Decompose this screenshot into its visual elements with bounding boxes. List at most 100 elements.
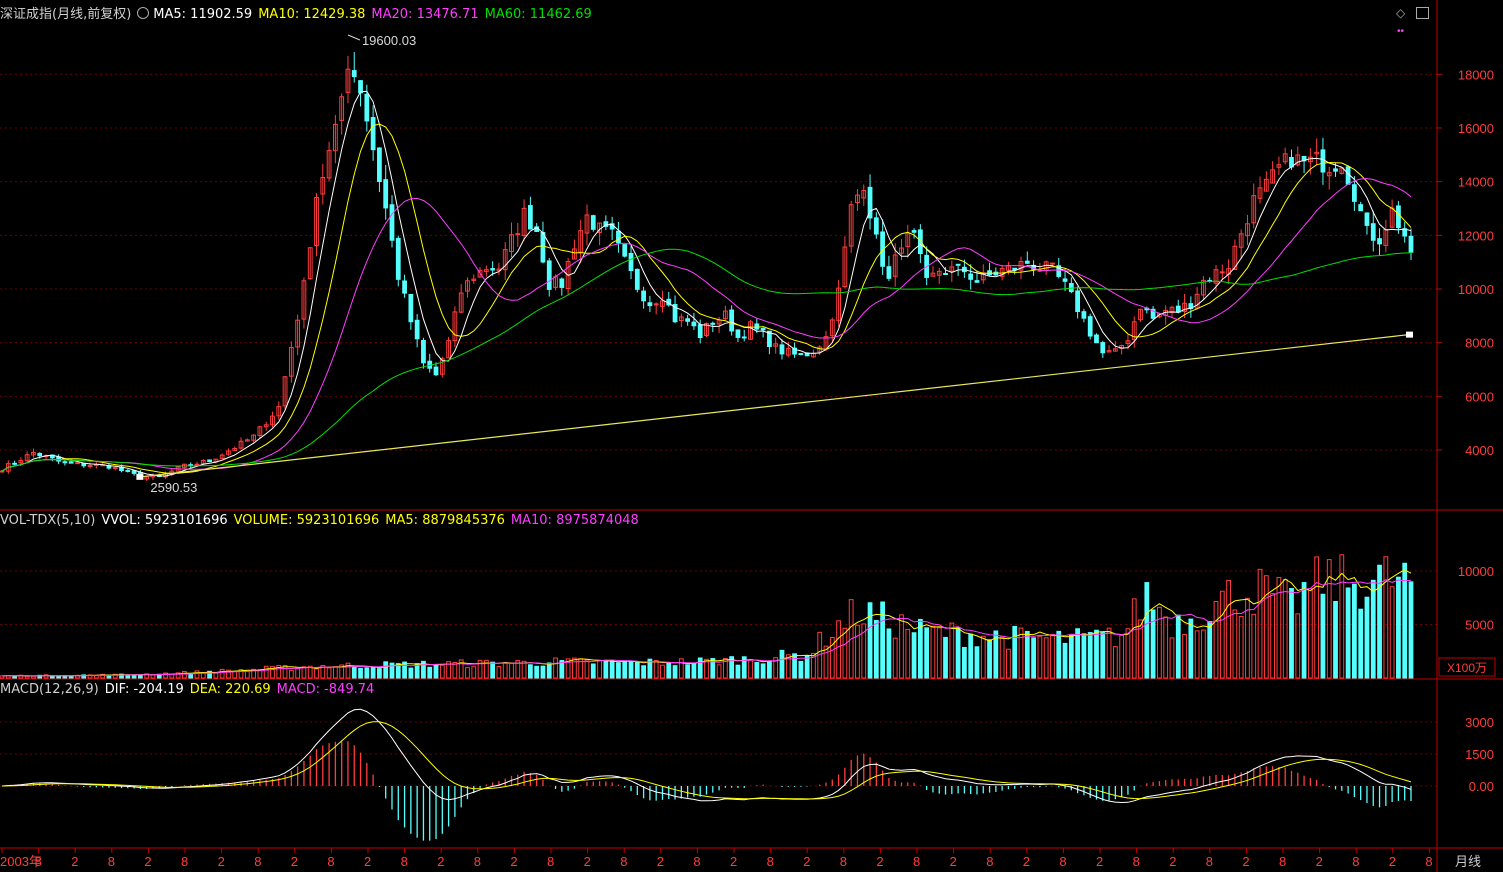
- candle[interactable]: [546, 258, 552, 297]
- candle[interactable]: [572, 239, 577, 260]
- candle[interactable]: [1245, 214, 1250, 246]
- candle[interactable]: [735, 329, 741, 343]
- candle[interactable]: [1106, 345, 1112, 353]
- candle[interactable]: [509, 222, 514, 258]
- candle[interactable]: [326, 141, 332, 182]
- candle[interactable]: [1094, 333, 1099, 344]
- candle[interactable]: [1396, 200, 1401, 234]
- candle[interactable]: [634, 268, 640, 293]
- candle[interactable]: [1138, 308, 1143, 322]
- candle[interactable]: [867, 174, 873, 230]
- candle[interactable]: [565, 257, 571, 296]
- candle[interactable]: [584, 204, 590, 246]
- candle[interactable]: [578, 219, 584, 264]
- candle[interactable]: [691, 312, 697, 330]
- candle[interactable]: [559, 277, 565, 296]
- candle[interactable]: [641, 286, 646, 309]
- candle[interactable]: [1301, 155, 1307, 174]
- candle[interactable]: [899, 239, 904, 261]
- candle[interactable]: [207, 459, 212, 463]
- candle[interactable]: [760, 327, 766, 338]
- candle[interactable]: [622, 244, 628, 258]
- candle[interactable]: [1087, 313, 1093, 340]
- candle[interactable]: [1270, 161, 1276, 184]
- candle[interactable]: [748, 319, 753, 340]
- candle[interactable]: [483, 265, 489, 277]
- candle[interactable]: [125, 469, 131, 473]
- candle[interactable]: [873, 212, 879, 239]
- candle[interactable]: [949, 260, 955, 282]
- candle[interactable]: [1282, 147, 1288, 165]
- trend-handle-start[interactable]: [136, 473, 144, 480]
- candle[interactable]: [1238, 229, 1244, 260]
- candle[interactable]: [936, 267, 942, 284]
- candle[interactable]: [1326, 166, 1332, 190]
- candle[interactable]: [1389, 199, 1395, 229]
- candle[interactable]: [1119, 344, 1125, 355]
- candle[interactable]: [968, 264, 974, 290]
- candle[interactable]: [377, 147, 382, 193]
- candle[interactable]: [855, 189, 860, 212]
- candle[interactable]: [458, 284, 464, 314]
- candle[interactable]: [471, 274, 477, 284]
- candle[interactable]: [767, 330, 772, 355]
- candle[interactable]: [421, 337, 426, 369]
- candle[interactable]: [521, 199, 527, 241]
- candle[interactable]: [106, 463, 112, 470]
- candle[interactable]: [1402, 221, 1408, 243]
- candle[interactable]: [402, 274, 407, 298]
- candle[interactable]: [496, 262, 502, 276]
- candle[interactable]: [395, 235, 401, 287]
- trend-handle-end[interactable]: [1406, 331, 1413, 338]
- candle[interactable]: [502, 241, 508, 281]
- candle[interactable]: [1358, 201, 1364, 212]
- candle[interactable]: [12, 460, 17, 466]
- candle[interactable]: [798, 353, 804, 356]
- candle[interactable]: [1100, 340, 1106, 358]
- candle[interactable]: [301, 277, 307, 329]
- candle[interactable]: [314, 193, 319, 257]
- candle[interactable]: [1377, 228, 1382, 256]
- candle[interactable]: [1383, 219, 1389, 253]
- candle[interactable]: [836, 280, 841, 327]
- candle[interactable]: [62, 459, 68, 466]
- candle[interactable]: [1370, 210, 1376, 252]
- candle[interactable]: [244, 438, 250, 442]
- candle[interactable]: [741, 329, 747, 342]
- candle[interactable]: [295, 314, 301, 356]
- candle[interactable]: [647, 295, 653, 312]
- panel-toggle-icon[interactable]: [1416, 7, 1429, 19]
- candle[interactable]: [1314, 138, 1320, 165]
- candle[interactable]: [238, 437, 244, 450]
- candle[interactable]: [930, 266, 936, 277]
- candle[interactable]: [603, 215, 609, 231]
- candlestick-series[interactable]: [0, 52, 1414, 481]
- candle[interactable]: [332, 115, 338, 164]
- candle[interactable]: [660, 290, 665, 313]
- candle[interactable]: [616, 221, 621, 253]
- candle[interactable]: [861, 184, 867, 206]
- candle[interactable]: [383, 164, 389, 220]
- candle[interactable]: [389, 195, 395, 248]
- volume-bars[interactable]: [0, 554, 1414, 679]
- candle[interactable]: [345, 55, 351, 104]
- candle[interactable]: [408, 294, 414, 330]
- candle[interactable]: [81, 462, 87, 468]
- candle[interactable]: [1226, 259, 1231, 284]
- candle[interactable]: [773, 337, 779, 354]
- macd-series[interactable]: [1, 708, 1412, 841]
- candle[interactable]: [609, 216, 615, 241]
- candle[interactable]: [527, 196, 533, 230]
- candle[interactable]: [320, 163, 326, 205]
- candle[interactable]: [653, 302, 659, 315]
- candle[interactable]: [1257, 176, 1263, 204]
- candle[interactable]: [685, 314, 691, 326]
- settings-icon[interactable]: [137, 7, 150, 19]
- candle[interactable]: [842, 236, 848, 289]
- candle[interactable]: [1251, 183, 1257, 229]
- candle[interactable]: [590, 214, 596, 232]
- candle[interactable]: [288, 341, 294, 383]
- candle[interactable]: [597, 222, 602, 246]
- candle[interactable]: [93, 461, 99, 469]
- candle[interactable]: [263, 421, 269, 431]
